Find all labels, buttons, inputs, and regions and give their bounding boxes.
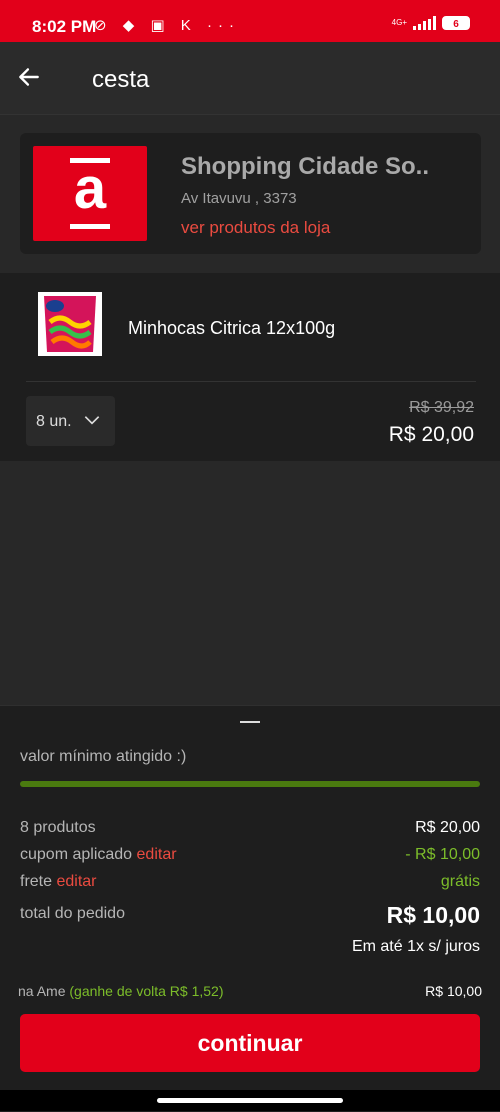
network-type: 4G+ [391, 18, 407, 27]
logo-bottom-bar [70, 224, 110, 229]
ame-label: na Ame [18, 983, 66, 999]
cart-item: Minhocas Citrica 12x100g 8 un. R$ 39,92 … [0, 273, 500, 461]
installments-info: Em até 1x s/ juros [351, 938, 480, 955]
status-right: 4G+ 6 [392, 16, 470, 30]
logo-letter: a [73, 156, 107, 221]
order-summary-sheet: valor mínimo atingido :) 8 produtos R$ 2… [0, 705, 500, 1112]
coupon-edit-link[interactable]: editar [137, 846, 177, 863]
status-bar: 8:02 PM ⊘ ◆ ▣ K ··· 4G+ 6 [0, 0, 500, 42]
page-title: cesta [92, 66, 150, 93]
back-arrow-icon[interactable] [16, 64, 42, 90]
top-app-bar: cesta [0, 42, 500, 115]
notification-icons: ⊘ ◆ ▣ K ··· [94, 17, 240, 34]
original-price: R$ 39,92 [409, 399, 474, 416]
continue-button[interactable]: continuar [20, 1014, 480, 1072]
coupon-label: cupom aplicado [20, 846, 133, 863]
system-nav-bar [0, 1090, 500, 1111]
ame-cashback: (ganhe de volta R$ 1,52) [69, 983, 224, 999]
products-value: R$ 20,00 [415, 819, 480, 836]
ame-cashback-row: na Ame (ganhe de volta R$ 1,52) [18, 983, 223, 999]
battery-icon: 6 [442, 16, 470, 30]
divider [26, 381, 476, 382]
shipping-row: frete editar [20, 873, 97, 891]
quantity-value: 8 un. [36, 413, 72, 430]
current-price: R$ 20,00 [388, 423, 474, 446]
store-address: Av Itavuvu , 3373 [181, 190, 297, 207]
shipping-value: grátis [440, 873, 480, 890]
total-label: total do pedido [20, 905, 125, 922]
quantity-select[interactable]: 8 un. [26, 396, 115, 446]
home-gesture-bar[interactable] [157, 1098, 343, 1103]
products-count-label: 8 produtos [20, 819, 96, 836]
product-name: Minhocas Citrica 12x100g [128, 318, 336, 338]
store-products-link[interactable]: ver produtos da loja [181, 218, 330, 238]
shipping-label: frete [20, 873, 53, 890]
ame-value: R$ 10,00 [425, 983, 482, 999]
total-value: R$ 10,00 [386, 902, 480, 928]
minimum-progress-bar [20, 781, 480, 787]
store-logo: a [33, 146, 147, 241]
store-name: Shopping Cidade So.. [181, 153, 429, 180]
progress-fill [20, 781, 480, 787]
product-image [38, 292, 102, 356]
coupon-value: - R$ 10,00 [405, 846, 480, 863]
store-card[interactable]: a Shopping Cidade So.. Av Itavuvu , 3373… [20, 133, 481, 254]
coupon-row: cupom aplicado editar [20, 846, 177, 864]
signal-icon [413, 16, 436, 30]
status-time: 8:02 PM [32, 17, 97, 36]
drag-handle[interactable] [240, 721, 260, 723]
chevron-down-icon [84, 416, 100, 425]
minimum-value-message: valor mínimo atingido :) [20, 748, 187, 765]
shipping-edit-link[interactable]: editar [56, 873, 96, 890]
